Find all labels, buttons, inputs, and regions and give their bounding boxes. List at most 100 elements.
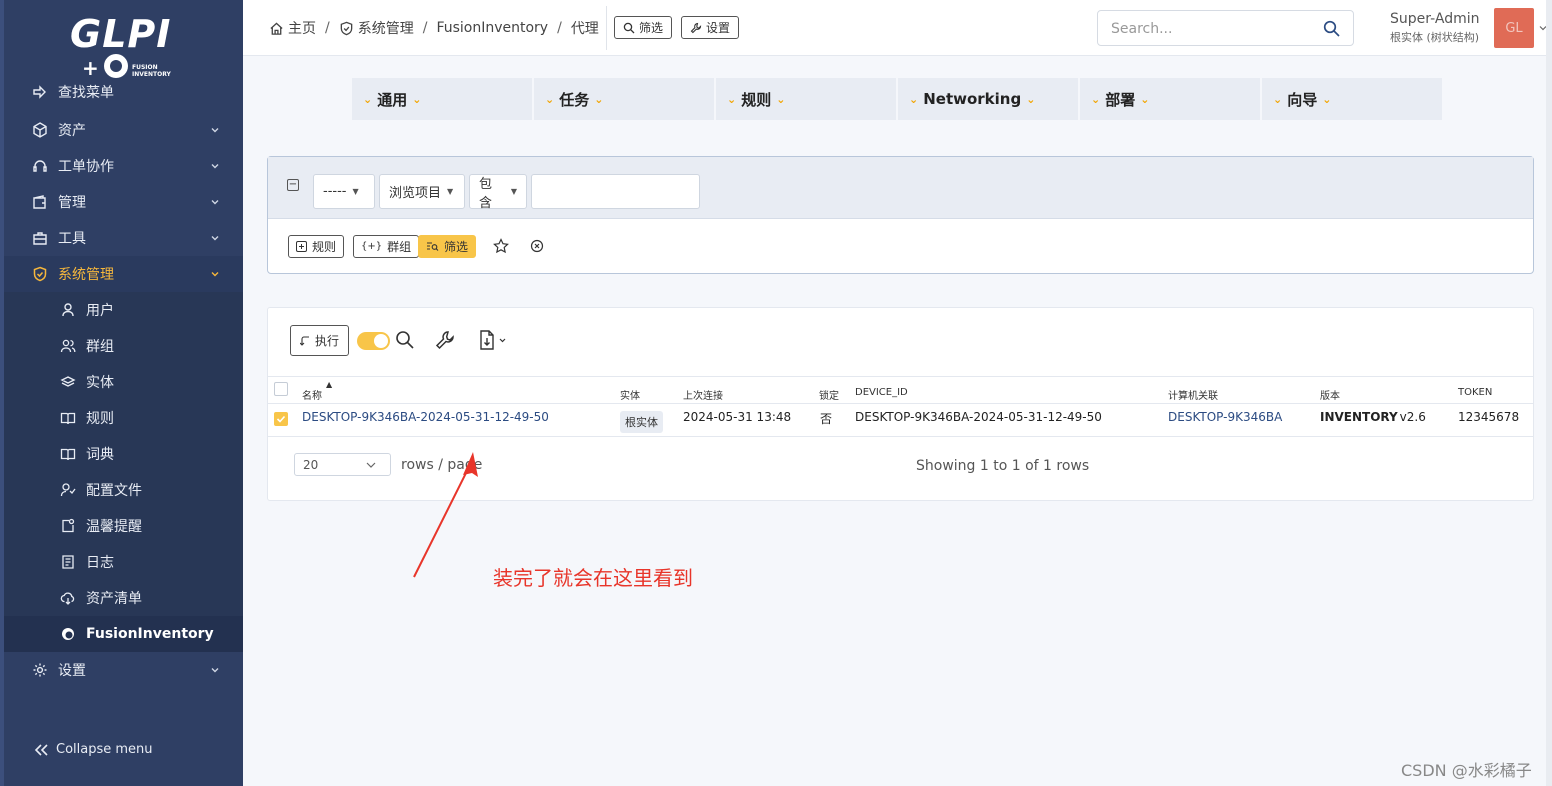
row-checkbox[interactable] — [274, 412, 288, 426]
shield-icon — [32, 266, 48, 282]
column-header-name[interactable]: 名称 — [302, 387, 322, 402]
breadcrumb-home[interactable]: 主页 — [288, 18, 316, 38]
breadcrumb-administration[interactable]: 系统管理 — [358, 18, 414, 38]
plugin-menu-rules[interactable]: ⌄ 规则 ⌄ — [716, 78, 896, 120]
scrollbar-track[interactable] — [1546, 0, 1552, 786]
wallet-icon — [32, 194, 48, 210]
list-search-icon — [427, 242, 439, 251]
sidebar-item-label: 设置 — [58, 663, 86, 679]
chevron-down-icon: ⌄ — [1273, 92, 1283, 106]
sidebar-item-fusioninventory[interactable]: FusionInventory — [4, 616, 243, 652]
pagination-summary: Showing 1 to 1 of 1 rows — [916, 458, 1090, 474]
sidebar-item-label: 工具 — [58, 231, 86, 247]
export-icon[interactable] — [478, 329, 510, 351]
column-header-device-id[interactable]: DEVICE_ID — [855, 387, 908, 398]
sidebar-item-reminders[interactable]: 温馨提醒 — [4, 508, 243, 544]
column-header-computer[interactable]: 计算机关联 — [1168, 387, 1218, 402]
breadcrumb: 主页 / 系统管理 / FusionInventory / 代理 — [269, 18, 599, 38]
page-size-select[interactable]: 20 — [294, 453, 391, 476]
filter-label: 筛选 — [639, 21, 664, 35]
sidebar-item-management[interactable]: 管理 — [4, 184, 243, 220]
column-header-entity[interactable]: 实体 — [620, 387, 640, 402]
column-header-locked[interactable]: 锁定 — [819, 387, 839, 402]
log-icon — [60, 554, 76, 570]
avatar[interactable]: GL — [1494, 8, 1534, 48]
chevron-down-icon: ⌄ — [594, 92, 604, 106]
logo-text: GLPI — [70, 12, 172, 56]
plugin-menu-wizard[interactable]: ⌄ 向导 ⌄ — [1262, 78, 1442, 120]
criteria-browse-select[interactable]: 浏览项目 ▼ — [379, 174, 465, 209]
book-icon — [60, 410, 76, 426]
search-icon[interactable] — [394, 329, 416, 351]
search-icon[interactable] — [1323, 20, 1340, 37]
chevron-down-icon: ⌄ — [545, 92, 555, 106]
plugin-menu-general[interactable]: ⌄ 通用 ⌄ — [352, 78, 532, 120]
sidebar-item-entities[interactable]: 实体 — [4, 364, 243, 400]
corner-arrow-icon — [299, 336, 309, 346]
sidebar-item-find-menu[interactable]: 查找菜单 — [4, 74, 243, 110]
users-icon — [60, 338, 76, 354]
user-check-icon — [60, 482, 76, 498]
header-settings-button[interactable]: 设置 — [681, 16, 740, 39]
plugin-menu-deploy[interactable]: ⌄ 部署 ⌄ — [1080, 78, 1260, 120]
table-header: 名称 ▲ 实体 上次连接 锁定 DEVICE_ID 计算机关联 版本 TOKEN — [268, 376, 1533, 404]
sidebar-item-label: 管理 — [58, 195, 86, 211]
search-filter-button[interactable]: 筛选 — [418, 235, 477, 258]
wrench-icon[interactable] — [434, 329, 456, 351]
header-filter-button[interactable]: 筛选 — [614, 16, 673, 39]
sort-up-icon: ▲ — [326, 380, 333, 389]
sidebar-item-users[interactable]: 用户 — [4, 292, 243, 328]
sidebar-item-inventory[interactable]: 资产清单 — [4, 580, 243, 616]
plugin-menu-networking[interactable]: ⌄ Networking ⌄ — [898, 78, 1078, 120]
results-panel: 执行 名称 ▲ 实体 上次连接 锁定 DEVICE_ID 计算机关联 版本 TO… — [267, 307, 1534, 501]
user-menu[interactable]: Super-Admin 根实体 (树状结构) — [1390, 11, 1479, 45]
criteria-operator-select[interactable]: 包含 ▼ — [469, 174, 527, 211]
sidebar-item-setup[interactable]: 设置 — [4, 652, 243, 688]
chevron-down-icon — [211, 164, 219, 169]
select-all-checkbox[interactable] — [274, 382, 288, 396]
column-header-version[interactable]: 版本 — [1320, 387, 1340, 402]
glpi-logo[interactable]: GLPI + FUSION INVENTORY — [70, 12, 180, 80]
massive-action-toggle[interactable] — [357, 332, 390, 350]
criteria-field-select[interactable]: ----- ▼ — [313, 174, 375, 209]
device-id-cell: DESKTOP-9K346BA-2024-05-31-12-49-50 — [855, 410, 1102, 424]
search-placeholder: Search... — [1111, 21, 1173, 37]
collapse-menu-button[interactable]: Collapse menu — [34, 742, 153, 757]
remove-criterion-icon[interactable]: − — [287, 179, 299, 191]
sidebar-item-rules[interactable]: 规则 — [4, 400, 243, 436]
sidebar-item-administration[interactable]: 系统管理 — [4, 256, 243, 292]
computer-link[interactable]: DESKTOP-9K346BA — [1168, 410, 1282, 424]
fusion-icon — [60, 626, 76, 642]
global-search-input[interactable]: Search... — [1097, 10, 1354, 46]
sidebar-item-dictionaries[interactable]: 词典 — [4, 436, 243, 472]
table-row: DESKTOP-9K346BA-2024-05-31-12-49-50 根实体 … — [268, 404, 1533, 437]
sidebar-item-groups[interactable]: 群组 — [4, 328, 243, 364]
chevron-down-icon: ⌄ — [1322, 92, 1332, 106]
sidebar-item-label: FusionInventory — [86, 626, 214, 642]
chevron-down-icon — [211, 272, 219, 277]
criteria-value-input[interactable] — [531, 174, 700, 209]
book-icon — [60, 446, 76, 462]
chevron-down-icon: ⌄ — [412, 92, 422, 106]
sidebar-item-tools[interactable]: 工具 — [4, 220, 243, 256]
column-header-token[interactable]: TOKEN — [1458, 387, 1492, 398]
add-rule-button[interactable]: 规则 — [288, 235, 345, 258]
plugin-menu-tasks[interactable]: ⌄ 任务 ⌄ — [534, 78, 714, 120]
sidebar-item-logs[interactable]: 日志 — [4, 544, 243, 580]
execute-action-button[interactable]: 执行 — [290, 325, 349, 356]
agent-name-link[interactable]: DESKTOP-9K346BA-2024-05-31-12-49-50 — [302, 410, 549, 424]
breadcrumb-agents[interactable]: 代理 — [571, 18, 599, 38]
header-divider — [606, 6, 607, 50]
sidebar-item-label: 工单协作 — [58, 159, 114, 175]
version-label: INVENTORY — [1320, 410, 1398, 424]
chevron-down-icon — [211, 236, 219, 241]
column-header-last-contact[interactable]: 上次连接 — [683, 387, 723, 402]
sidebar-item-assets[interactable]: 资产 — [4, 112, 243, 148]
breadcrumb-fusioninventory[interactable]: FusionInventory — [436, 20, 548, 36]
add-group-button[interactable]: {+} 群组 — [353, 235, 420, 258]
star-icon[interactable] — [493, 238, 509, 254]
reset-circle-icon[interactable] — [530, 239, 544, 253]
sidebar-item-assistance[interactable]: 工单协作 — [4, 148, 243, 184]
search-icon — [623, 22, 635, 33]
sidebar-item-profiles[interactable]: 配置文件 — [4, 472, 243, 508]
